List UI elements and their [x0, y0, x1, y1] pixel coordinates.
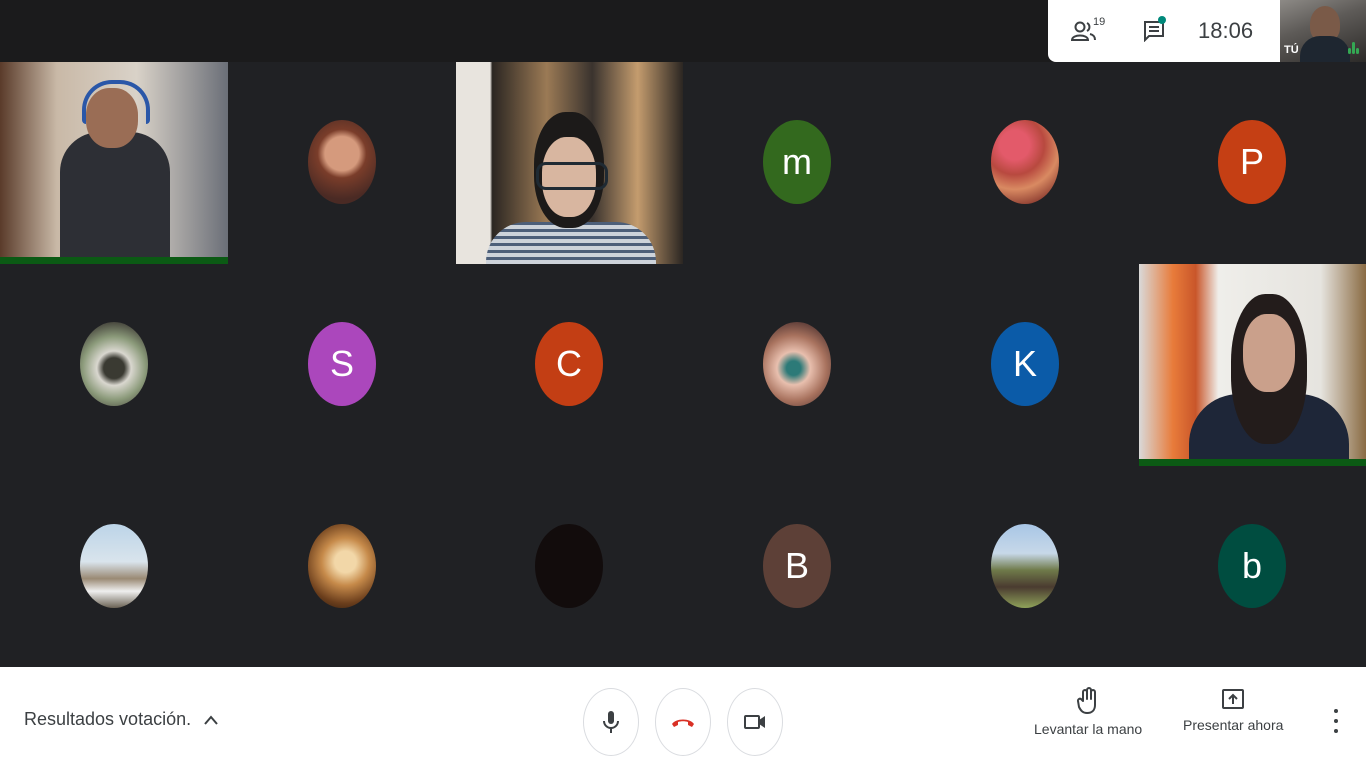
avatar-initial: m [782, 141, 812, 182]
avatar-initial: S [329, 343, 354, 384]
camera-icon [744, 715, 765, 729]
meeting-info-bar: 19 18:06 [1048, 0, 1284, 62]
avatar-initial: b [1241, 545, 1263, 586]
end-call-button[interactable] [655, 688, 711, 756]
avatar-initial: C [556, 343, 582, 384]
self-view-tile[interactable]: TÚ [1280, 0, 1366, 62]
video-tile-3[interactable] [1139, 264, 1366, 466]
camera-button[interactable] [727, 688, 783, 756]
raise-hand-button[interactable]: Levantar la mano [1034, 687, 1142, 737]
more-options-button[interactable] [1326, 709, 1346, 733]
speaking-indicator [0, 257, 228, 264]
self-label: TÚ [1284, 44, 1299, 56]
participant-shirt [486, 222, 656, 264]
hand-icon [1077, 687, 1097, 714]
glasses-icon [536, 162, 608, 190]
avatar-p[interactable]: P [1218, 120, 1286, 204]
avatar-b-lower[interactable]: b [1218, 524, 1286, 608]
avatar-photo-7[interactable] [535, 524, 603, 608]
participant-face [1243, 314, 1295, 392]
end-call-icon [672, 719, 694, 727]
avatar-initial: B [784, 545, 809, 586]
raise-hand-label: Levantar la mano [1034, 721, 1143, 737]
speaking-indicator [1139, 459, 1366, 466]
avatar-photo-8[interactable] [991, 524, 1059, 608]
bottom-toolbar: Resultados votación. Levantar la mano Pr… [0, 667, 1366, 767]
avatar-initial: P [1239, 141, 1264, 182]
avatar-photo-1[interactable] [308, 120, 376, 204]
participant-figure [60, 132, 170, 264]
mic-icon [603, 711, 619, 733]
more-vert-icon [1334, 709, 1338, 713]
avatar-initial: K [1012, 343, 1037, 384]
mic-button[interactable] [583, 688, 639, 756]
present-now-button[interactable]: Presentar ahora [1183, 687, 1283, 733]
avatar-k[interactable]: K [991, 322, 1059, 406]
avatar-photo-3[interactable] [80, 322, 148, 406]
avatar-photo-6[interactable] [308, 524, 376, 608]
present-now-label: Presentar ahora [1183, 717, 1284, 733]
present-icon [1222, 689, 1245, 709]
video-tile-2[interactable] [456, 62, 683, 264]
people-button[interactable]: 19 [1048, 0, 1120, 62]
headphones-icon [82, 80, 150, 124]
avatar-m[interactable]: m [763, 120, 831, 204]
video-tile-1[interactable] [0, 62, 228, 264]
avatar-photo-4[interactable] [763, 322, 831, 406]
chat-unread-dot [1158, 16, 1166, 24]
avatar-b-upper[interactable]: B [763, 524, 831, 608]
avatar-photo-2[interactable] [991, 120, 1059, 204]
audio-level-icon [1348, 40, 1360, 54]
chevron-up-icon[interactable] [203, 713, 219, 727]
self-body [1300, 36, 1350, 62]
chat-button[interactable] [1120, 0, 1188, 62]
avatar-s[interactable]: S [308, 322, 376, 406]
avatar-c[interactable]: C [535, 322, 603, 406]
avatar-photo-5[interactable] [80, 524, 148, 608]
clock: 18:06 [1198, 18, 1254, 43]
meeting-title[interactable]: Resultados votación. [24, 709, 191, 730]
participant-count: 19 [1093, 16, 1106, 28]
